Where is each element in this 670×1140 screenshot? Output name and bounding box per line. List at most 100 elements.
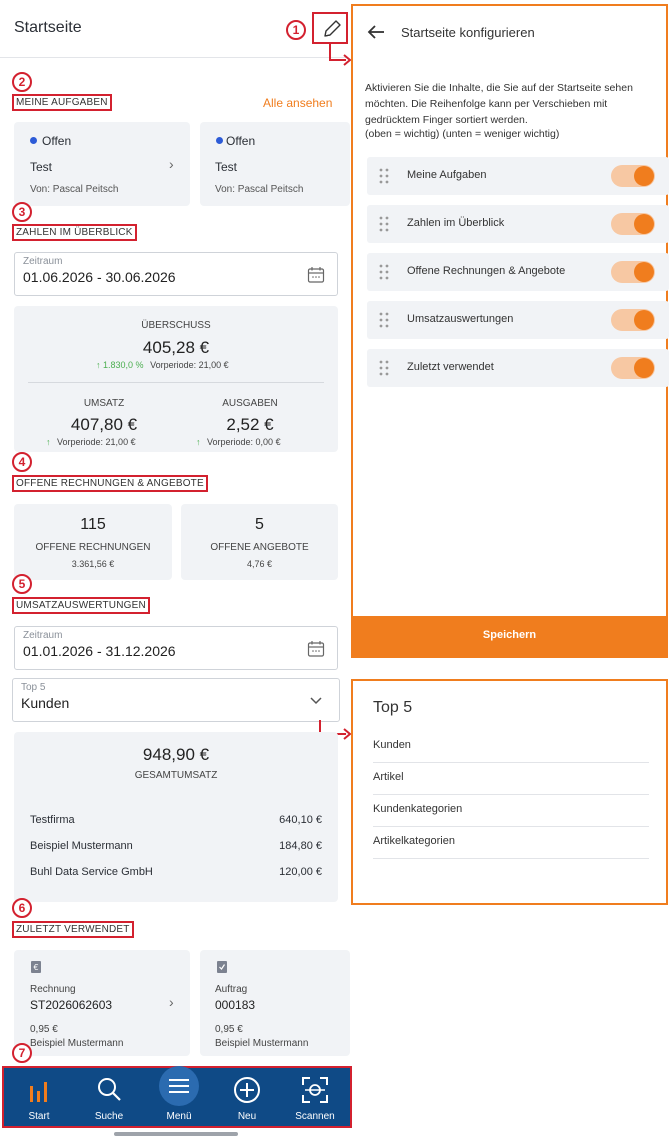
top5-select[interactable]: Top 5 Kunden (12, 678, 340, 722)
toggle-switch[interactable] (611, 309, 655, 331)
open-invoices-card[interactable]: 115 OFFENE RECHNUNGEN 3.361,56 € (14, 504, 172, 580)
invoices-count: 115 (80, 516, 106, 533)
config-row-overview[interactable]: Zahlen im Überblick (367, 205, 669, 243)
surplus-change: 1.830,0 % (103, 360, 144, 370)
callout-badge-5: 5 (12, 574, 32, 594)
divider (28, 382, 324, 383)
callout-badge-6: 6 (12, 898, 32, 918)
chevron-right-icon: › (169, 156, 174, 172)
top5-option[interactable]: Artikelkategorien (373, 827, 649, 859)
nav-label: Neu (237, 1111, 257, 1122)
save-button[interactable]: Speichern (353, 616, 666, 656)
offers-sum: 4,76 € (246, 559, 273, 569)
home-indicator (114, 1132, 238, 1136)
recent-customer: Beispiel Mustermann (30, 1038, 124, 1049)
config-row-label: Meine Aufgaben (407, 169, 487, 181)
config-row-label: Offene Rechnungen & Angebote (407, 265, 566, 277)
recent-card[interactable]: Auftrag 000183 0,95 € Beispiel Musterman… (200, 950, 350, 1056)
task-status: Offen (226, 134, 256, 148)
chevron-right-icon: › (169, 994, 174, 1010)
field-value: Kunden (21, 695, 70, 711)
config-row-open-items[interactable]: Offene Rechnungen & Angebote (367, 253, 669, 291)
edit-button[interactable] (312, 12, 348, 44)
config-title: Startseite konfigurieren (401, 25, 535, 40)
nav-label: Menü (166, 1111, 192, 1122)
toggle-switch[interactable] (611, 165, 655, 187)
recent-type: Rechnung (30, 984, 76, 995)
config-row-sales[interactable]: Umsatzauswertungen (367, 301, 669, 339)
sales-row: Buhl Data Service GmbH 120,00 € (30, 866, 322, 878)
sales-period-field[interactable]: Zeitraum 01.01.2026 - 31.12.2026 (14, 626, 338, 670)
section-title-overview: ZAHLEN IM ÜBERBLICK (12, 224, 137, 241)
toggle-switch[interactable] (611, 357, 655, 379)
drag-handle-icon[interactable] (379, 263, 389, 281)
sales-row-amount: 640,10 € (279, 814, 322, 826)
top5-option[interactable]: Kundenkategorien (373, 795, 649, 827)
page-title: Startseite (14, 19, 82, 36)
expenses-prev-row: ↑ Vorperiode: 0,00 € (196, 437, 281, 447)
back-arrow-icon[interactable] (367, 24, 385, 40)
task-card[interactable]: Offen Test › Von: Pascal Peitsch (14, 122, 190, 206)
revenue-value: 407,80 € (70, 415, 138, 434)
status-dot (216, 137, 223, 144)
invoices-label: OFFENE RECHNUNGEN (35, 542, 151, 553)
field-label: Zeitraum (23, 256, 63, 267)
top5-option[interactable]: Kunden (373, 731, 649, 763)
revenue-label: UMSATZ (83, 398, 125, 409)
config-row-recent[interactable]: Zuletzt verwendet (367, 349, 669, 387)
search-icon (98, 1078, 121, 1101)
sales-row-amount: 120,00 € (279, 866, 322, 878)
recent-number: 000183 (215, 998, 256, 1012)
config-row-tasks[interactable]: Meine Aufgaben (367, 157, 669, 195)
offers-count: 5 (255, 516, 264, 533)
top5-option[interactable]: Artikel (373, 763, 649, 795)
task-from: Von: Pascal Peitsch (30, 184, 119, 195)
task-card[interactable]: Offen Test Von: Pascal Peitsch (200, 122, 350, 206)
calendar-icon (307, 641, 325, 657)
offers-label: OFFENE ANGEBOTE (210, 542, 309, 553)
overview-period-field[interactable]: Zeitraum 01.06.2026 - 30.06.2026 (14, 252, 338, 296)
recent-type: Auftrag (215, 984, 248, 995)
toggle-switch[interactable] (611, 261, 655, 283)
arrow-up-icon: ↑ (96, 360, 101, 370)
config-row-label: Umsatzauswertungen (407, 313, 514, 325)
config-hint: (oben = wichtig) (unten = weniger wichti… (365, 128, 560, 140)
tasks-show-all-link[interactable]: Alle ansehen (263, 96, 332, 110)
open-offers-card[interactable]: 5 OFFENE ANGEBOTE 4,76 € (181, 504, 338, 580)
nav-menu[interactable]: Menü (148, 1066, 210, 1126)
drag-handle-icon[interactable] (379, 215, 389, 233)
surplus-label: ÜBERSCHUSS (141, 320, 211, 331)
recent-number: ST2026062603 (30, 998, 113, 1012)
overview-card: ÜBERSCHUSS 405,28 € ↑ 1.830,0 % Vorperio… (14, 306, 338, 452)
field-value: 01.01.2026 - 31.12.2026 (23, 643, 176, 659)
toggle-switch[interactable] (611, 213, 655, 235)
revenue-prev-row: ↑ Vorperiode: 21,00 € (46, 437, 136, 447)
scan-icon (302, 1077, 328, 1103)
arrow-up-icon: ↑ (196, 437, 201, 447)
nav-scan[interactable]: Scannen (284, 1068, 346, 1126)
recent-card[interactable]: € Rechnung ST2026062603 › 0,95 € Beispie… (14, 950, 190, 1056)
page-header: Startseite 1 (0, 0, 348, 58)
callout-badge-1: 1 (286, 20, 306, 40)
calendar-icon (307, 267, 325, 283)
drag-handle-icon[interactable] (379, 311, 389, 329)
sales-card: 948,90 € GESAMTUMSATZ Testfirma 640,10 €… (14, 732, 338, 902)
drag-handle-icon[interactable] (379, 167, 389, 185)
nav-start[interactable]: Start (8, 1068, 70, 1126)
task-status: Offen (42, 134, 72, 148)
config-row-label: Zuletzt verwendet (407, 361, 494, 373)
expenses-value: 2,52 € (226, 415, 274, 434)
sales-row-amount: 184,80 € (279, 840, 322, 852)
recent-amount: 0,95 € (215, 1024, 243, 1035)
surplus-value: 405,28 € (142, 338, 210, 357)
drag-handle-icon[interactable] (379, 359, 389, 377)
task-from: Von: Pascal Peitsch (215, 184, 304, 195)
recent-amount: 0,95 € (30, 1024, 58, 1035)
section-title-tasks: MEINE AUFGABEN (12, 94, 112, 111)
field-value: 01.06.2026 - 30.06.2026 (23, 269, 176, 285)
nav-search[interactable]: Suche (78, 1068, 140, 1126)
order-icon (217, 961, 227, 973)
menu-icon (169, 1079, 189, 1093)
arrow-up-icon: ↑ (46, 437, 51, 447)
nav-new[interactable]: Neu (216, 1068, 278, 1126)
